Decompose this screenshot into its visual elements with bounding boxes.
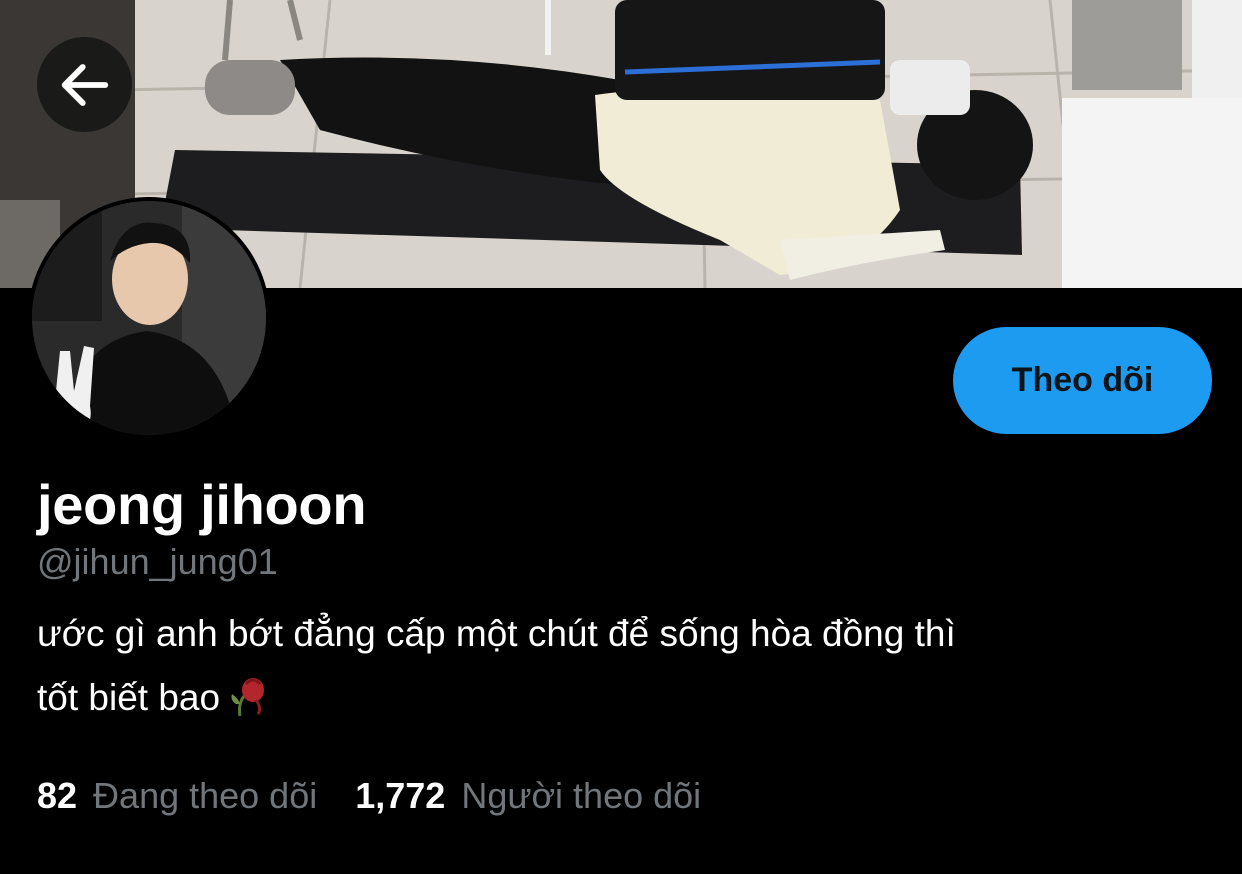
followers-link[interactable]: 1,772 Người theo dõi [355,775,701,817]
wilted-rose-icon [226,674,270,718]
follow-stats: 82 Đang theo dõi 1,772 Người theo dõi [37,775,739,817]
followers-label: Người theo dõi [461,775,702,816]
profile-avatar[interactable] [28,197,270,439]
user-handle: @jihun_jung01 [37,541,278,582]
bio-line-2: tốt biết bao [37,677,221,718]
display-name: jeong jihoon [37,473,367,536]
following-link[interactable]: 82 Đang theo dõi [37,775,317,817]
profile-bio: ước gì anh bớt đẳng cấp một chút để sống… [37,602,1217,730]
back-button[interactable] [37,37,132,132]
arrow-left-icon [61,63,108,106]
follow-button[interactable]: Theo dõi [953,327,1212,434]
followers-count: 1,772 [355,775,446,816]
bio-line-2-wrap: tốt biết bao [37,666,1217,730]
following-label: Đang theo dõi [93,775,318,816]
following-count: 82 [37,775,78,816]
bio-line-1: ước gì anh bớt đẳng cấp một chút để sống… [37,613,956,654]
avatar-photo [32,201,266,435]
